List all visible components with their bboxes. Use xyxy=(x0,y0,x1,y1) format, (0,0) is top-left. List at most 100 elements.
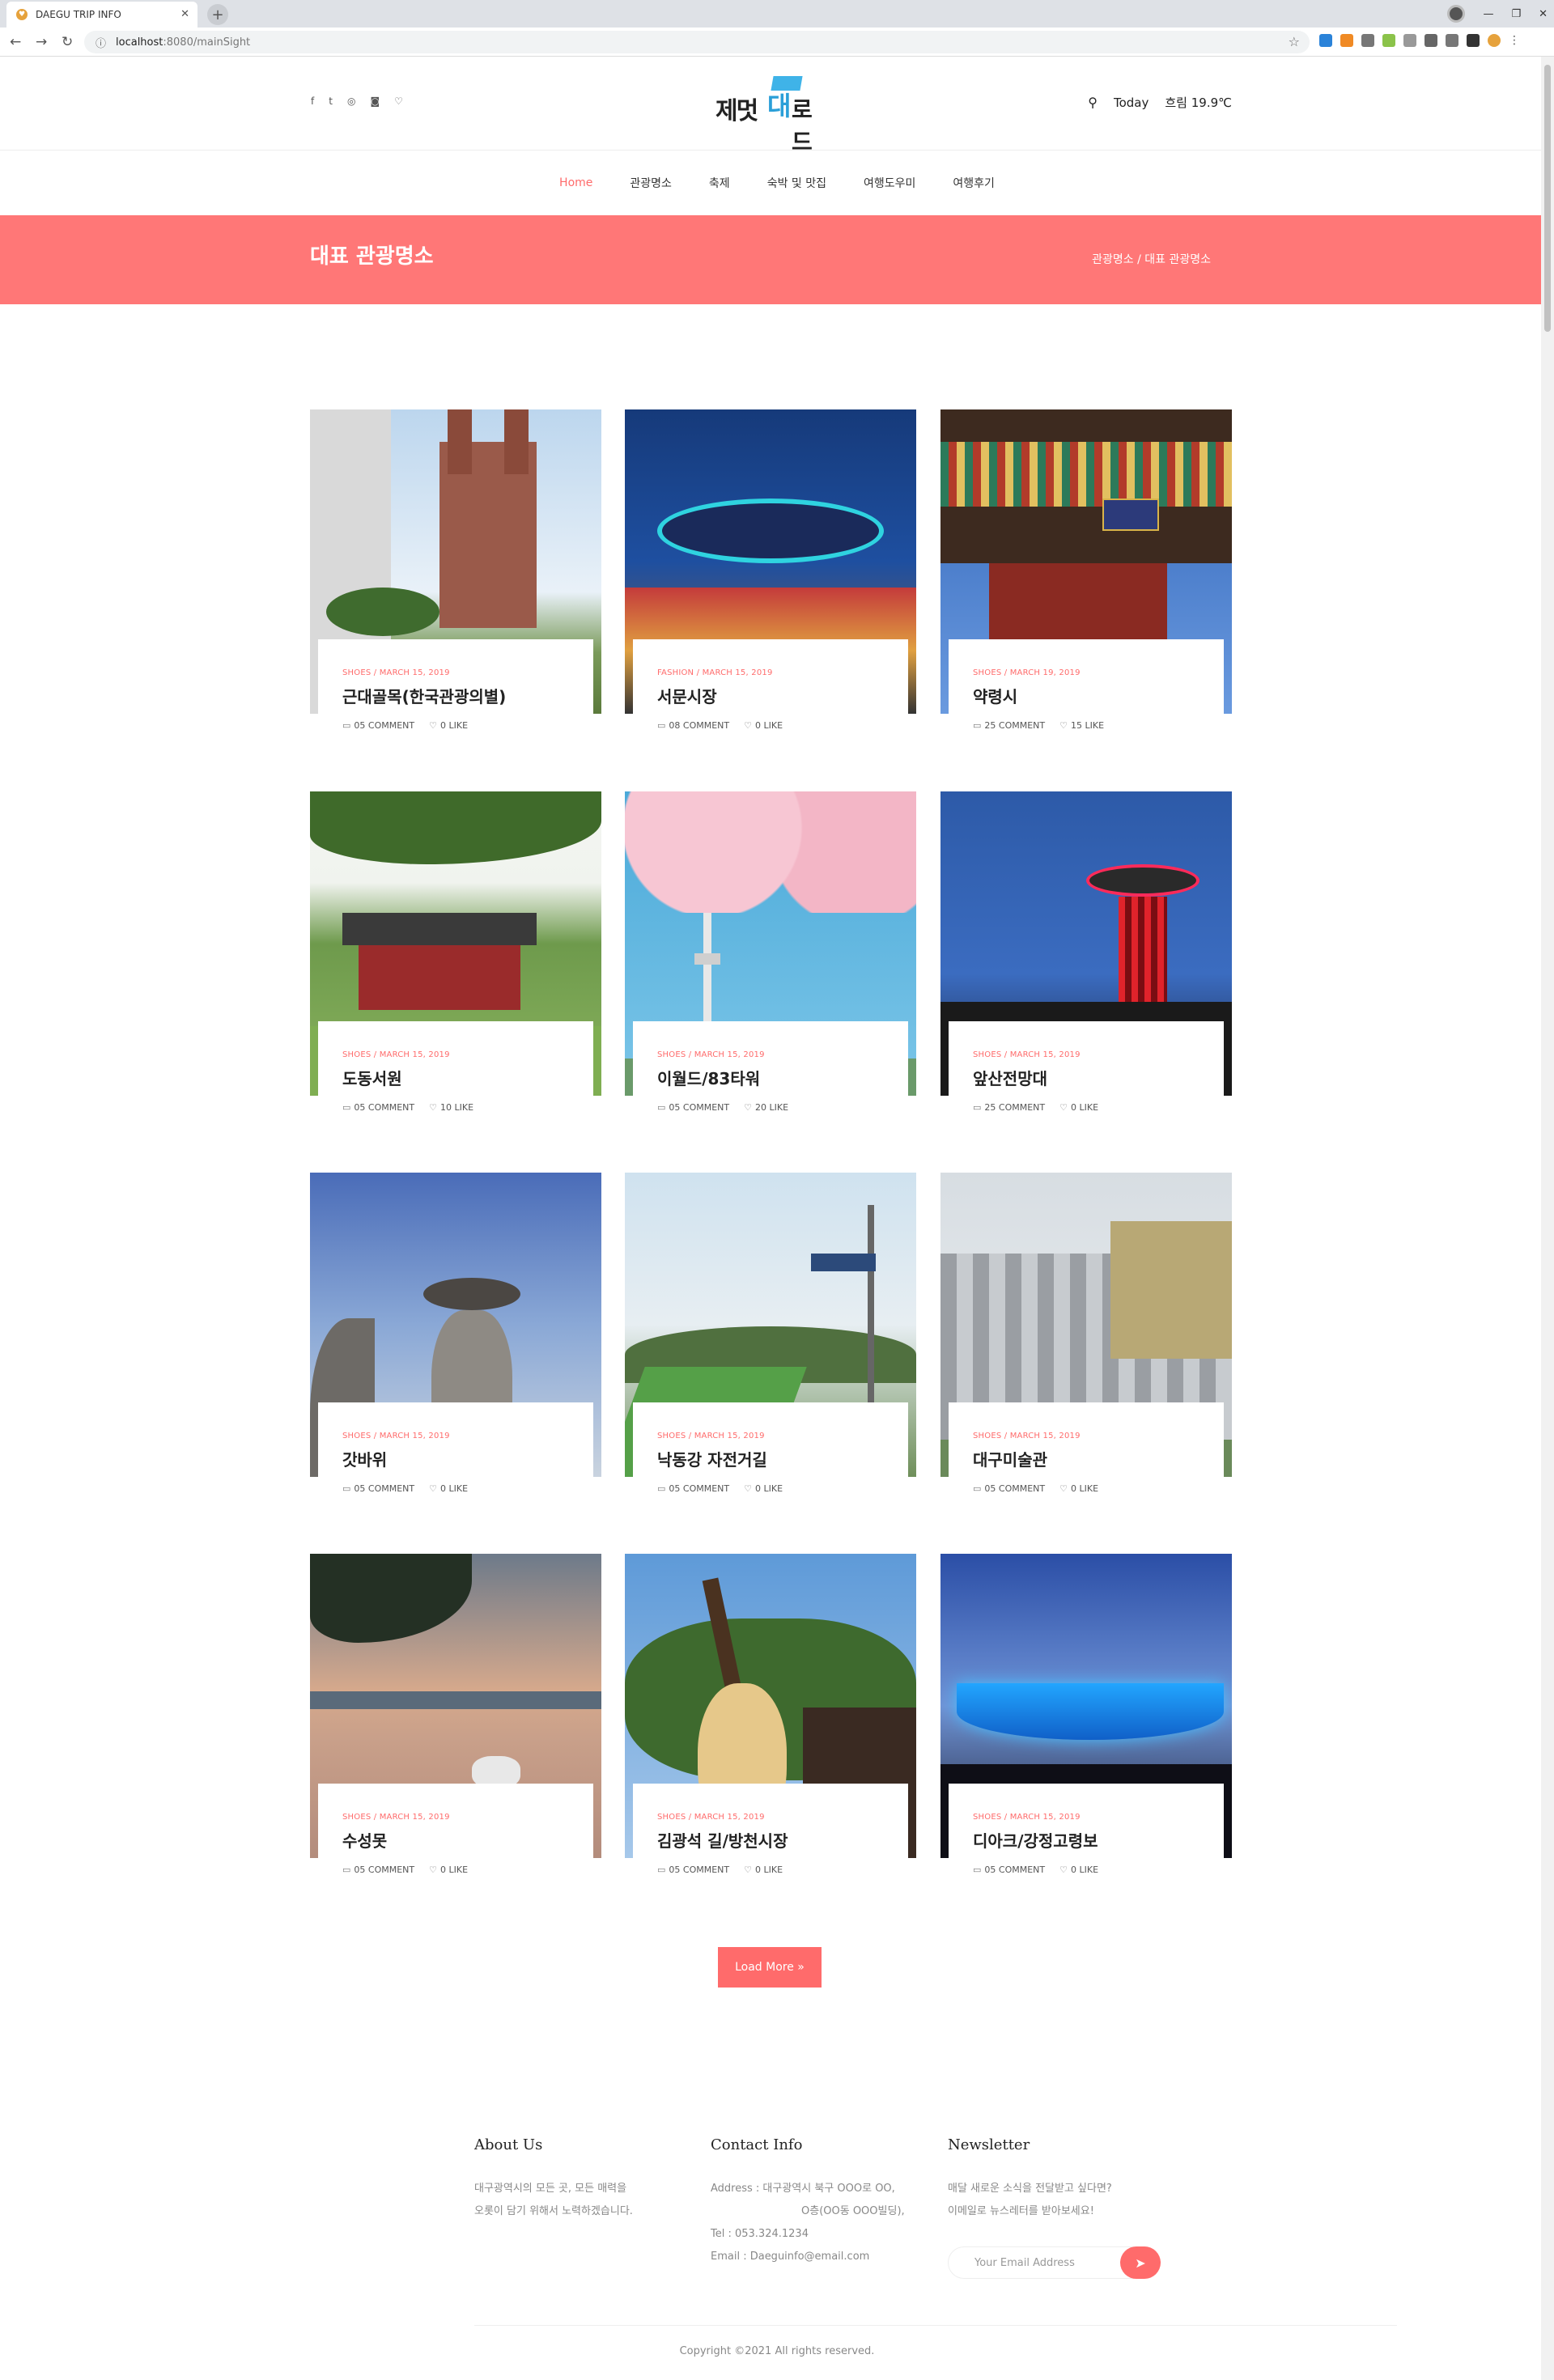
nav-stay-food[interactable]: 숙박 및 맛집 xyxy=(767,175,826,191)
sight-card[interactable]: SHOES / MARCH 15, 2019 수성못 ▭ 05 COMMENT ♡ 0 L… xyxy=(310,1554,601,1894)
card-title[interactable]: 약령시 xyxy=(973,684,1224,707)
card-title[interactable]: 낙동강 자전거길 xyxy=(657,1447,908,1470)
like-count[interactable]: ♡ 0 LIKE xyxy=(744,720,783,731)
nav-sights[interactable]: 관광명소 xyxy=(630,175,672,191)
card-meta[interactable]: SHOES / MARCH 15, 2019 xyxy=(342,1050,593,1059)
comment-count[interactable]: ▭ 05 COMMENT xyxy=(973,1865,1045,1875)
card-meta[interactable]: SHOES / MARCH 15, 2019 xyxy=(342,1813,593,1822)
sight-card[interactable]: SHOES / MARCH 15, 2019 디아크/강정고령보 ▭ 05 COMME… xyxy=(940,1554,1232,1894)
comment-count[interactable]: ▭ 05 COMMENT xyxy=(973,1483,1045,1494)
facebook-icon[interactable]: f xyxy=(311,95,314,107)
sight-card[interactable]: SHOES / MARCH 15, 2019 김광석 길/방천시장 ▭ 05 COMM… xyxy=(625,1554,916,1894)
comment-count[interactable]: ▭ 05 COMMENT xyxy=(342,1102,414,1113)
card-meta[interactable]: SHOES / MARCH 15, 2019 xyxy=(657,1432,908,1440)
bookmark-star-icon[interactable]: ☆ xyxy=(1289,34,1300,49)
sight-card[interactable]: SHOES / MARCH 15, 2019 이월드/83타워 ▭ 05 COMMEN… xyxy=(625,791,916,1131)
nav-reviews[interactable]: 여행후기 xyxy=(953,175,995,191)
dribbble-icon[interactable]: ◙ xyxy=(370,95,380,107)
site-logo[interactable]: 제멋 대 로드 xyxy=(715,73,829,155)
info-icon[interactable]: ⓘ xyxy=(96,35,106,50)
menu-icon[interactable]: ⋮ xyxy=(1509,34,1520,47)
like-count[interactable]: ♡ 0 LIKE xyxy=(1059,1865,1098,1875)
extension-icon[interactable] xyxy=(1340,34,1353,47)
profile-icon[interactable] xyxy=(1488,34,1501,47)
restore-icon[interactable]: ❐ xyxy=(1511,8,1521,20)
card-title[interactable]: 이월드/83타워 xyxy=(657,1066,908,1089)
twitter-icon[interactable]: t xyxy=(329,95,333,107)
like-count[interactable]: ♡ 15 LIKE xyxy=(1059,720,1104,731)
new-tab-button[interactable]: + xyxy=(207,4,228,25)
sight-card[interactable]: SHOES / MARCH 15, 2019 갓바위 ▭ 05 COMMENT ♡ 0 L… xyxy=(310,1173,601,1512)
nav-home[interactable]: Home xyxy=(559,176,592,189)
sight-card[interactable]: FASHION / MARCH 15, 2019 서문시장 ▭ 08 COMMENT ♡… xyxy=(625,409,916,749)
back-icon[interactable]: ← xyxy=(10,34,21,50)
nav-travel-helper[interactable]: 여행도우미 xyxy=(864,175,915,191)
sight-card[interactable]: SHOES / MARCH 15, 2019 낙동강 자전거길 ▭ 05 COMMEN… xyxy=(625,1173,916,1512)
card-title[interactable]: 디아크/강정고령보 xyxy=(973,1828,1224,1852)
like-count[interactable]: ♡ 20 LIKE xyxy=(744,1102,788,1113)
card-meta[interactable]: FASHION / MARCH 15, 2019 xyxy=(657,668,908,677)
sight-card[interactable]: SHOES / MARCH 19, 2019 약령시 ▭ 25 COMMENT ♡ 15 … xyxy=(940,409,1232,749)
sight-card[interactable]: SHOES / MARCH 15, 2019 앞산전망대 ▭ 25 COMMENT ♡ 0… xyxy=(940,791,1232,1131)
nav-festival[interactable]: 축제 xyxy=(709,175,730,191)
profile-avatar[interactable] xyxy=(1447,5,1466,23)
card-meta[interactable]: SHOES / MARCH 15, 2019 xyxy=(657,1813,908,1822)
close-tab-icon[interactable]: ✕ xyxy=(180,8,189,20)
card-title[interactable]: 김광석 길/방천시장 xyxy=(657,1828,908,1852)
address-bar[interactable]: ⓘ localhost:8080/mainSight ☆ xyxy=(84,31,1310,53)
extension-icon[interactable] xyxy=(1319,34,1332,47)
card-title[interactable]: 앞산전망대 xyxy=(973,1066,1224,1089)
card-title[interactable]: 서문시장 xyxy=(657,684,908,707)
card-meta[interactable]: SHOES / MARCH 15, 2019 xyxy=(973,1813,1224,1822)
card-title[interactable]: 갓바위 xyxy=(342,1447,593,1470)
forward-icon[interactable]: → xyxy=(36,34,47,50)
send-button[interactable]: ➤ xyxy=(1120,2246,1161,2279)
browser-tab[interactable]: ♥ DAEGU TRIP INFO ✕ xyxy=(6,2,197,28)
like-count[interactable]: ♡ 0 LIKE xyxy=(1059,1102,1098,1113)
like-count[interactable]: ♡ 0 LIKE xyxy=(1059,1483,1098,1494)
comment-count[interactable]: ▭ 05 COMMENT xyxy=(657,1102,729,1113)
comment-count[interactable]: ▭ 05 COMMENT xyxy=(342,1483,414,1494)
card-meta[interactable]: SHOES / MARCH 15, 2019 xyxy=(342,668,593,677)
comment-count[interactable]: ▭ 25 COMMENT xyxy=(973,1102,1045,1113)
sight-card[interactable]: SHOES / MARCH 15, 2019 도동서원 ▭ 05 COMMENT ♡ 10… xyxy=(310,791,601,1131)
sight-card[interactable]: SHOES / MARCH 15, 2019 근대골목(한국관광의별) ▭ 05 CO… xyxy=(310,409,601,749)
card-meta[interactable]: SHOES / MARCH 15, 2019 xyxy=(973,1050,1224,1059)
extension-icon[interactable] xyxy=(1403,34,1416,47)
scrollbar-thumb[interactable] xyxy=(1544,65,1551,332)
card-title[interactable]: 대구미술관 xyxy=(973,1447,1224,1470)
card-meta[interactable]: SHOES / MARCH 15, 2019 xyxy=(657,1050,908,1059)
extension-icon[interactable] xyxy=(1382,34,1395,47)
card-title[interactable]: 도동서원 xyxy=(342,1066,593,1089)
like-count[interactable]: ♡ 0 LIKE xyxy=(429,1483,468,1494)
close-window-icon[interactable]: ✕ xyxy=(1539,8,1548,20)
card-meta[interactable]: SHOES / MARCH 15, 2019 xyxy=(342,1432,593,1440)
comment-count[interactable]: ▭ 08 COMMENT xyxy=(657,720,729,731)
reload-icon[interactable]: ↻ xyxy=(62,34,73,50)
instagram-icon[interactable]: ◎ xyxy=(347,95,355,107)
like-count[interactable]: ♡ 10 LIKE xyxy=(429,1102,473,1113)
comment-count[interactable]: ▭ 05 COMMENT xyxy=(342,720,414,731)
puzzle-icon[interactable] xyxy=(1467,34,1480,47)
comment-count[interactable]: ▭ 05 COMMENT xyxy=(657,1865,729,1875)
comment-count[interactable]: ▭ 25 COMMENT xyxy=(973,720,1045,731)
card-title[interactable]: 근대골목(한국관광의별) xyxy=(342,684,593,707)
card-title[interactable]: 수성못 xyxy=(342,1828,593,1852)
card-meta[interactable]: SHOES / MARCH 19, 2019 xyxy=(973,668,1224,677)
comment-count[interactable]: ▭ 05 COMMENT xyxy=(342,1865,414,1875)
load-more-button[interactable]: Load More » xyxy=(718,1947,822,1988)
like-count[interactable]: ♡ 0 LIKE xyxy=(744,1865,783,1875)
extension-icon[interactable] xyxy=(1424,34,1437,47)
vimeo-icon[interactable]: ♡ xyxy=(394,95,403,107)
like-count[interactable]: ♡ 0 LIKE xyxy=(744,1483,783,1494)
like-count[interactable]: ♡ 0 LIKE xyxy=(429,1865,468,1875)
comment-count[interactable]: ▭ 05 COMMENT xyxy=(657,1483,729,1494)
sight-card[interactable]: SHOES / MARCH 15, 2019 대구미술관 ▭ 05 COMMENT ♡ 0… xyxy=(940,1173,1232,1512)
scrollbar[interactable] xyxy=(1541,57,1554,2380)
search-icon[interactable]: ⚲ xyxy=(1088,95,1098,110)
minimize-icon[interactable]: — xyxy=(1483,8,1493,20)
extension-icon[interactable] xyxy=(1361,34,1374,47)
card-meta[interactable]: SHOES / MARCH 15, 2019 xyxy=(973,1432,1224,1440)
extension-icon[interactable] xyxy=(1446,34,1458,47)
like-count[interactable]: ♡ 0 LIKE xyxy=(429,720,468,731)
